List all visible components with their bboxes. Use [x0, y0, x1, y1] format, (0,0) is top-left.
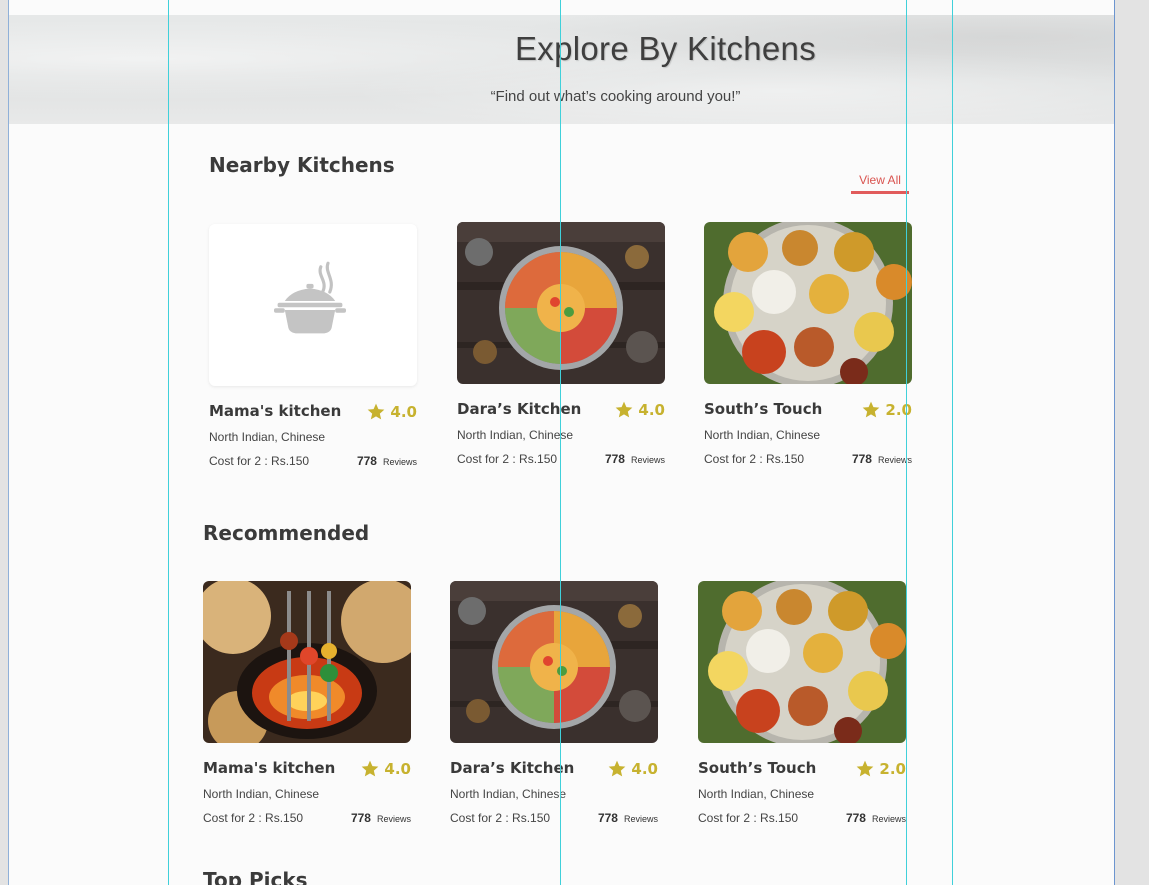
kitchen-cuisine: North Indian, Chinese [457, 428, 574, 442]
kitchen-card[interactable]: Mama's kitchen 4.0 North Indian, Chinese… [203, 581, 411, 831]
kitchen-cuisine: North Indian, Chinese [203, 787, 320, 801]
rating-value: 2.0 [885, 401, 912, 419]
kitchen-rating: 2.0 [861, 400, 912, 420]
rating-value: 4.0 [384, 760, 411, 778]
top-picks-section-title: Top Picks [203, 868, 308, 885]
kitchen-cost: Cost for 2 : Rs.150 [704, 452, 805, 466]
hero-title: Explore By Kitchens [514, 30, 816, 67]
kitchen-reviews: 778 Reviews [357, 452, 417, 470]
page-canvas: Explore By Kitchens “Find out what’s coo… [8, 0, 1115, 885]
star-icon [861, 400, 881, 420]
kitchen-cost: Cost for 2 : Rs.150 [209, 454, 310, 468]
kitchen-cuisine: North Indian, Chinese [698, 787, 815, 801]
reviews-count: 778 [597, 811, 618, 825]
star-icon [607, 759, 627, 779]
kitchen-card[interactable]: South’s Touch 2.0 North Indian, Chinese … [704, 222, 912, 472]
kitchen-reviews: 778 Reviews [846, 809, 906, 827]
kitchen-name: South’s Touch [704, 400, 823, 418]
reviews-count: 778 [604, 452, 625, 466]
kitchen-card[interactable]: Mama's kitchen 4.0 North Indian, Chinese… [209, 224, 417, 474]
kitchen-name: Dara’s Kitchen [457, 400, 582, 418]
view-all-link[interactable]: View All [851, 173, 909, 194]
layout-guide-line [168, 0, 169, 885]
layout-guide-line [952, 0, 953, 885]
star-icon [614, 400, 634, 420]
nearby-section-title: Nearby Kitchens [209, 153, 395, 177]
reviews-label: Reviews [382, 457, 417, 467]
star-icon [360, 759, 380, 779]
cooking-pot-icon [265, 256, 355, 346]
kitchen-cost: Cost for 2 : Rs.150 [698, 811, 799, 825]
kitchen-name: Mama's kitchen [209, 402, 342, 420]
reviews-count: 778 [356, 454, 377, 468]
kitchen-reviews: 778 Reviews [605, 450, 665, 468]
kitchen-name: South’s Touch [698, 759, 817, 777]
reviews-label: Reviews [376, 814, 411, 824]
reviews-count: 778 [350, 811, 371, 825]
kitchen-rating: 4.0 [360, 759, 411, 779]
thali-photo [704, 222, 912, 384]
reviews-label: Reviews [630, 455, 665, 465]
kitchen-reviews: 778 Reviews [351, 809, 411, 827]
kitchen-cost: Cost for 2 : Rs.150 [203, 811, 304, 825]
kitchen-cuisine: North Indian, Chinese [209, 430, 326, 444]
hero-banner: Explore By Kitchens “Find out what’s coo… [9, 15, 1114, 124]
kitchen-image-placeholder [209, 224, 417, 386]
kitchen-cost: Cost for 2 : Rs.150 [457, 452, 558, 466]
thali-photo [698, 581, 906, 743]
hero-subtitle: “Find out what’s cooking around you!” [490, 88, 741, 105]
star-icon [855, 759, 875, 779]
rating-value: 4.0 [631, 760, 658, 778]
kitchen-rating: 2.0 [855, 759, 906, 779]
star-icon [366, 402, 386, 422]
reviews-count: 778 [845, 811, 866, 825]
reviews-count: 778 [851, 452, 872, 466]
top-strip [9, 0, 1114, 15]
layout-guide-line [560, 0, 561, 885]
kitchen-rating: 4.0 [607, 759, 658, 779]
rating-value: 2.0 [879, 760, 906, 778]
kitchen-reviews: 778 Reviews [852, 450, 912, 468]
layout-guide-line [906, 0, 907, 885]
curry-platter-photo [450, 581, 658, 743]
tandoor-photo [203, 581, 411, 743]
reviews-label: Reviews [623, 814, 658, 824]
rating-value: 4.0 [638, 401, 665, 419]
kitchen-rating: 4.0 [614, 400, 665, 420]
kitchen-rating: 4.0 [366, 402, 417, 422]
kitchen-name: Dara’s Kitchen [450, 759, 575, 777]
kitchen-cost: Cost for 2 : Rs.150 [450, 811, 551, 825]
kitchen-name: Mama's kitchen [203, 759, 336, 777]
reviews-label: Reviews [871, 814, 906, 824]
kitchen-card[interactable]: South’s Touch 2.0 North Indian, Chinese … [698, 581, 906, 831]
kitchen-cuisine: North Indian, Chinese [450, 787, 567, 801]
rating-value: 4.0 [390, 403, 417, 421]
curry-platter-photo [457, 222, 665, 384]
kitchen-cuisine: North Indian, Chinese [704, 428, 821, 442]
kitchen-reviews: 778 Reviews [598, 809, 658, 827]
kitchen-card[interactable]: Dara’s Kitchen 4.0 North Indian, Chinese… [457, 222, 665, 472]
recommended-section-title: Recommended [203, 521, 370, 545]
kitchen-card[interactable]: Dara’s Kitchen 4.0 North Indian, Chinese… [450, 581, 658, 831]
